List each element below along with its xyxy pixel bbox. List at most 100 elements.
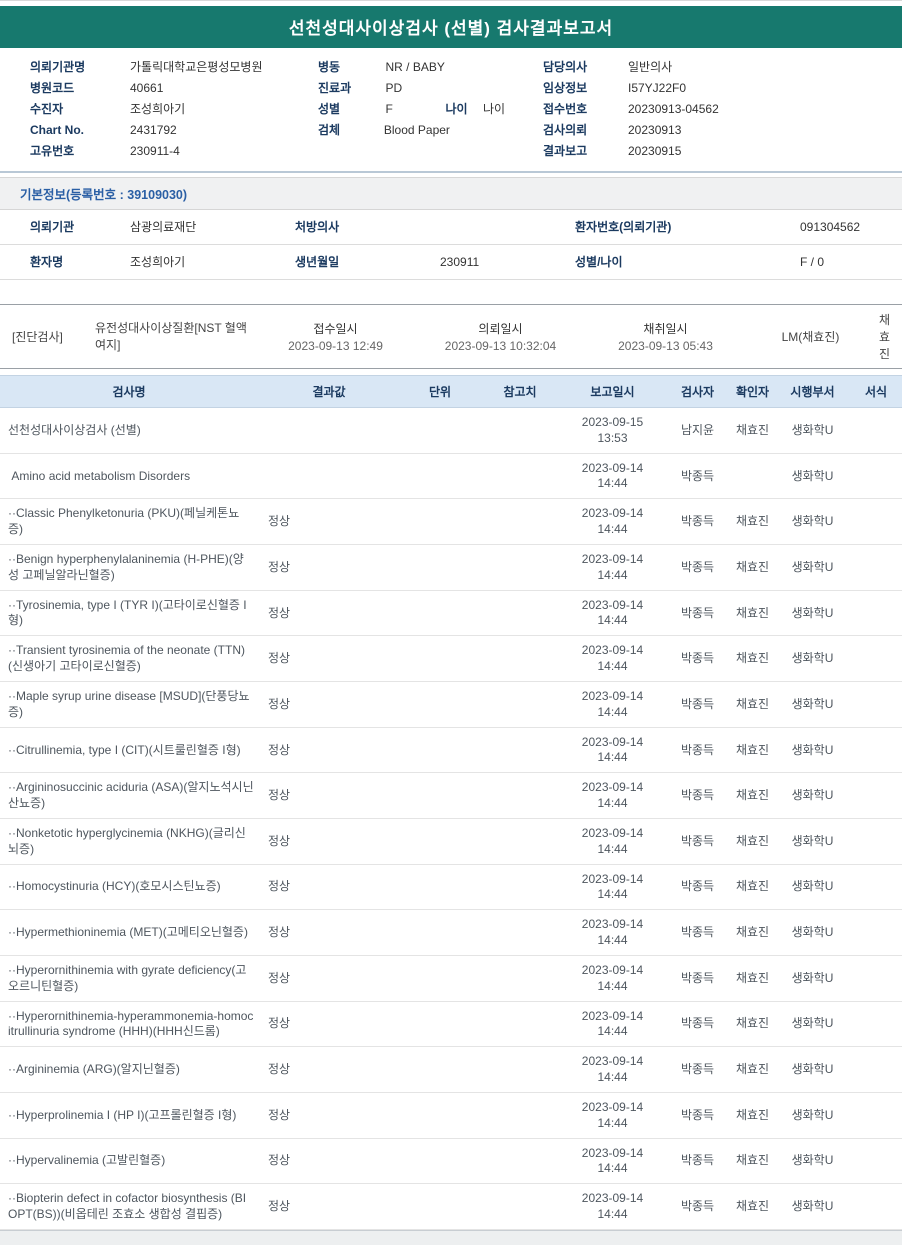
table-row: ··Nonketotic hyperglycinemia (NKHG)(글리신뇌… — [0, 818, 902, 865]
info-row: Chart No. 2431792 — [30, 120, 318, 141]
info-row: 진료과 PD — [318, 78, 543, 99]
results-table: 검사명 결과값 단위 참고치 보고일시 검사자 확인자 시행부서 서식 선천성대… — [0, 375, 902, 1230]
info-label: 고유번호 — [30, 144, 75, 158]
cell-tester: 박종득 — [665, 772, 730, 819]
cell-report-datetime: 2023-09-14 14:44 — [560, 1001, 665, 1048]
table-row: ··Tyrosinemia, type I (TYR I)(고타이로신혈증 I형… — [0, 590, 902, 637]
cell-report-datetime: 2023-09-14 14:44 — [560, 818, 665, 865]
cell-confirmer: 채효진 — [730, 407, 775, 454]
cell-result-value: 정상 — [258, 1092, 400, 1139]
info-label: 성별 — [318, 102, 341, 116]
cell-report-datetime: 2023-09-15 13:53 — [560, 407, 665, 454]
info-row: 담당의사 일반의사 — [543, 57, 883, 78]
cell-report-datetime: 2023-09-14 14:44 — [560, 909, 665, 956]
cell-test-name: ··Hyperprolinemia I (HP I)(고프롤린혈증 I형) — [0, 1092, 258, 1139]
cell-reference — [480, 544, 560, 591]
table-row: ··Homocystinuria (HCY)(호모시스틴뇨증) 정상 2023-… — [0, 864, 902, 911]
table-row: ··Hyperprolinemia I (HP I)(고프롤린혈증 I형) 정상… — [0, 1092, 902, 1139]
cell-reference — [480, 1138, 560, 1185]
column-header-report-datetime: 보고일시 — [560, 375, 665, 408]
cell-tester: 박종득 — [665, 864, 730, 911]
cell-result-value: 정상 — [258, 498, 400, 545]
info-label: 담당의사 — [543, 60, 588, 74]
cell-test-name: ··Argininosuccinic aciduria (ASA)(알지노석시닌… — [0, 772, 258, 819]
info-value-extra — [483, 78, 543, 99]
table-row: ··Argininosuccinic aciduria (ASA)(알지노석시닌… — [0, 772, 902, 819]
info-label-extra — [446, 57, 484, 78]
cell-test-name: ··Argininemia (ARG)(알지닌혈증) — [0, 1046, 258, 1093]
cell-confirmer: 채효진 — [730, 818, 775, 865]
cell-result-value: 정상 — [258, 1138, 400, 1185]
info-value: PD — [385, 81, 403, 95]
cell-reference — [480, 955, 560, 1002]
basic-info-label: 생년월일 — [295, 255, 340, 269]
cell-unit — [400, 498, 480, 545]
cell-department: 생화학U — [775, 864, 850, 911]
info-label: 검체 — [318, 123, 341, 137]
cell-department: 생화학U — [775, 635, 850, 682]
cell-department: 생화학U — [775, 1183, 850, 1230]
cell-unit — [400, 635, 480, 682]
cell-confirmer: 채효진 — [730, 1138, 775, 1185]
info-value: Blood Paper — [383, 123, 450, 137]
cell-confirmer: 채효진 — [730, 681, 775, 728]
cell-report-datetime: 2023-09-14 14:44 — [560, 772, 665, 819]
results-body: 선천성대사이상검사 (선별) 2023-09-15 13:53 남지윤 채효진 … — [0, 407, 902, 1230]
cell-unit — [400, 818, 480, 865]
basic-info-row: 의뢰기관 삼광의료재단 처방의사 환자번호(의뢰기관) 091304562 — [0, 210, 902, 245]
cell-report-datetime: 2023-09-14 14:44 — [560, 635, 665, 682]
cell-department: 생화학U — [775, 498, 850, 545]
cell-test-name: ··Biopterin defect in cofactor biosynthe… — [0, 1183, 258, 1230]
report-title: 선천성대사이상검사 (선별) 검사결과보고서 — [0, 6, 902, 48]
cell-reference — [480, 909, 560, 956]
info-row: 접수번호 20230913-04562 — [543, 99, 883, 120]
cell-tester: 박종득 — [665, 909, 730, 956]
cell-format — [850, 1046, 902, 1093]
cell-tester: 박종득 — [665, 1046, 730, 1093]
cell-department: 생화학U — [775, 772, 850, 819]
cell-tester: 박종득 — [665, 544, 730, 591]
info-value: 조성희아기 — [130, 102, 186, 116]
info-value: 2431792 — [130, 123, 177, 137]
basic-info-label: 처방의사 — [295, 220, 340, 234]
cell-report-datetime: 2023-09-14 14:44 — [560, 1046, 665, 1093]
cell-report-datetime: 2023-09-14 14:44 — [560, 544, 665, 591]
cell-department: 생화학U — [775, 590, 850, 637]
info-label: 수진자 — [30, 102, 64, 116]
column-header-tester: 검사자 — [665, 375, 730, 408]
collector-name: LM(채효진) — [781, 330, 840, 344]
table-row: ··Hypervalinemia (고발린혈증) 정상 2023-09-14 1… — [0, 1138, 902, 1185]
table-row: 선천성대사이상검사 (선별) 2023-09-15 13:53 남지윤 채효진 … — [0, 407, 902, 454]
cell-result-value: 정상 — [258, 1046, 400, 1093]
info-value: 일반의사 — [628, 60, 673, 74]
cell-result-value: 정상 — [258, 818, 400, 865]
bottom-section-band — [0, 1229, 902, 1245]
basic-info-label: 환자명 — [30, 255, 64, 269]
column-header-reference: 참고치 — [480, 375, 560, 408]
table-row: ··Citrullinemia, type I (CIT)(시트룰린혈증 I형)… — [0, 727, 902, 774]
cell-reference — [480, 727, 560, 774]
cell-tester: 박종득 — [665, 1092, 730, 1139]
info-label: 임상정보 — [543, 81, 588, 95]
cell-format — [850, 407, 902, 454]
column-header-unit: 단위 — [400, 375, 480, 408]
cell-format — [850, 544, 902, 591]
info-label: 검사의뢰 — [543, 123, 588, 137]
info-label: 의뢰기관명 — [30, 60, 86, 74]
cell-tester: 박종득 — [665, 1183, 730, 1230]
cell-confirmer: 채효진 — [730, 1092, 775, 1139]
table-row: ··Hyperornithinemia with gyrate deficien… — [0, 955, 902, 1002]
cell-reference — [480, 635, 560, 682]
cell-department: 생화학U — [775, 955, 850, 1002]
cell-report-datetime: 2023-09-14 14:44 — [560, 590, 665, 637]
cell-confirmer: 채효진 — [730, 909, 775, 956]
info-row: 병원코드 40661 — [30, 78, 318, 99]
cell-test-name: ··Transient tyrosinemia of the neonate (… — [0, 635, 258, 682]
cell-unit — [400, 1138, 480, 1185]
cell-reference — [480, 772, 560, 819]
collect-label: 채취일시 — [643, 322, 688, 336]
cell-format — [850, 1001, 902, 1048]
cell-result-value: 정상 — [258, 909, 400, 956]
cell-tester: 박종득 — [665, 681, 730, 728]
info-label-extra: 나이 — [445, 102, 468, 116]
